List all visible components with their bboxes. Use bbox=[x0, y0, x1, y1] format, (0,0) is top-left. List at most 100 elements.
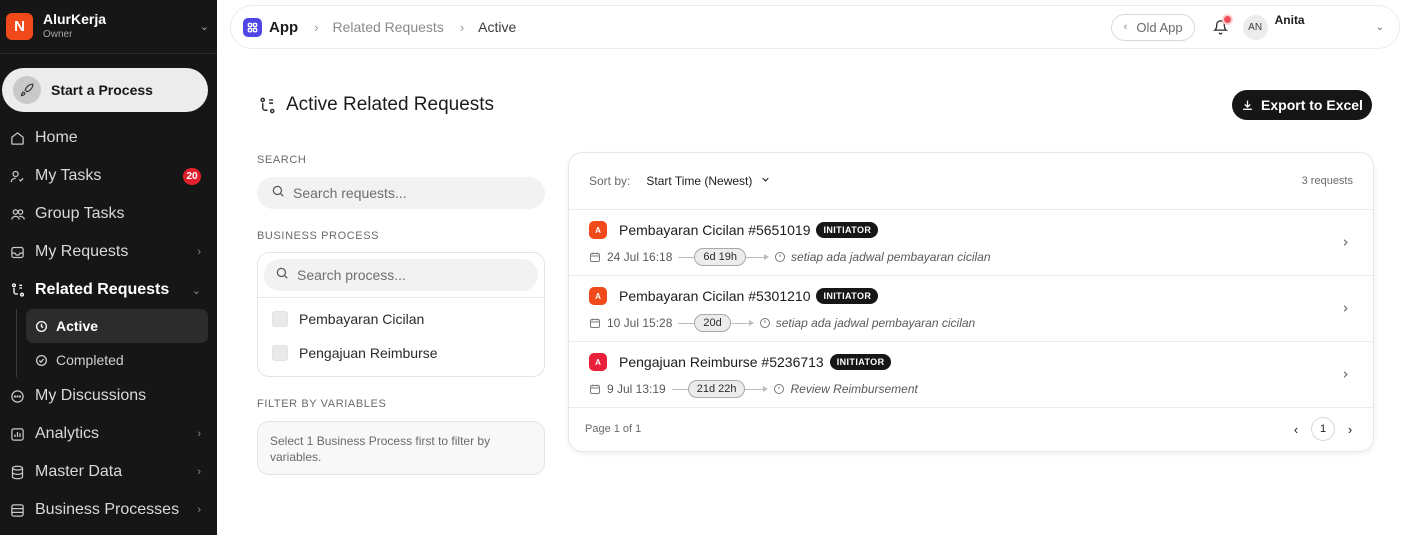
page-title: Active Related Requests bbox=[286, 94, 495, 115]
breadcrumb-related-requests[interactable]: Related Requests bbox=[333, 19, 444, 35]
arrow-right-icon bbox=[730, 320, 754, 326]
nav-my-discussions[interactable]: My Discussions bbox=[0, 377, 217, 415]
process-checkbox[interactable] bbox=[272, 345, 288, 361]
nav-analytics[interactable]: Analytics › bbox=[0, 415, 217, 453]
current-step: setiap ada jadwal pembayaran cicilan bbox=[775, 316, 976, 330]
server-icon bbox=[9, 502, 26, 519]
filter-variables-section-label: FILTER BY VARIABLES bbox=[257, 398, 387, 410]
chevron-right-icon bbox=[1340, 301, 1351, 317]
download-icon bbox=[1241, 99, 1254, 112]
nav-my-discussions-label: My Discussions bbox=[35, 387, 147, 404]
nav-home-label: Home bbox=[35, 129, 78, 146]
current-step: setiap ada jadwal pembayaran cicilan bbox=[791, 250, 991, 264]
app-grid-icon bbox=[243, 17, 262, 37]
old-app-button[interactable]: ‹ Old App bbox=[1110, 13, 1195, 41]
start-process-button[interactable]: Start a Process bbox=[2, 68, 208, 112]
role-badge: INITIATOR bbox=[816, 288, 879, 304]
chat-icon bbox=[9, 388, 26, 405]
org-switcher[interactable]: N AlurKerja Owner ⌄ bbox=[0, 0, 217, 54]
sort-label: Sort by: bbox=[589, 174, 631, 188]
start-date: 24 Jul 16:18 bbox=[607, 250, 673, 264]
role-badge: INITIATOR bbox=[829, 354, 892, 370]
request-title: Pengajuan Reimburse #5236713 bbox=[619, 354, 824, 370]
request-title: Pembayaran Cicilan #5651019 bbox=[619, 222, 811, 238]
nav-business-processes[interactable]: Business Processes › bbox=[0, 491, 217, 529]
clock-icon bbox=[34, 319, 48, 333]
top-bar: App › Related Requests › Active ‹ Old Ap… bbox=[230, 5, 1400, 49]
nav-related-requests-label: Related Requests bbox=[35, 281, 170, 298]
chevron-down-icon bbox=[760, 174, 771, 188]
list-header: Sort by: Start Time (Newest) 3 requests bbox=[569, 153, 1373, 210]
request-row[interactable]: A Pembayaran Cicilan #5301210 INITIATOR … bbox=[569, 276, 1373, 342]
process-option[interactable]: Pengajuan Reimburse bbox=[258, 336, 544, 370]
search-requests-input[interactable] bbox=[293, 185, 513, 201]
request-row[interactable]: A Pengajuan Reimburse #5236713 INITIATOR… bbox=[569, 342, 1373, 408]
business-process-section-label: BUSINESS PROCESS bbox=[257, 230, 380, 242]
check-circle-icon bbox=[34, 353, 48, 367]
process-option-label: Pembayaran Cicilan bbox=[299, 311, 425, 327]
sort-value: Start Time (Newest) bbox=[646, 174, 753, 188]
search-process-box bbox=[264, 259, 538, 291]
calendar-icon bbox=[589, 317, 601, 329]
nav-my-requests[interactable]: My Requests › bbox=[0, 233, 217, 271]
current-step: Review Reimbursement bbox=[790, 382, 918, 396]
request-title: Pembayaran Cicilan #5301210 bbox=[619, 288, 811, 304]
chevron-right-icon bbox=[1340, 235, 1351, 251]
timeline-connector bbox=[678, 256, 695, 258]
page-number-button[interactable]: 1 bbox=[1311, 417, 1335, 441]
page-header: Active Related Requests bbox=[258, 94, 494, 116]
chevron-down-icon: ⌄ bbox=[191, 284, 201, 297]
process-checkbox[interactable] bbox=[272, 311, 288, 327]
calendar-icon bbox=[589, 251, 601, 263]
request-row[interactable]: A Pembayaran Cicilan #5651019 INITIATOR … bbox=[569, 210, 1373, 276]
rocket-icon bbox=[13, 76, 41, 104]
search-process-input[interactable] bbox=[297, 267, 517, 283]
nav-analytics-label: Analytics bbox=[35, 425, 100, 442]
subnav-completed-label: Completed bbox=[56, 352, 124, 368]
inbox-icon bbox=[9, 244, 26, 261]
chevron-right-icon: › bbox=[197, 504, 201, 516]
user-check-icon bbox=[9, 168, 26, 185]
nav-related-requests[interactable]: Related Requests ⌄ bbox=[0, 271, 217, 309]
org-logo: N bbox=[6, 13, 33, 40]
nav-master-data[interactable]: Master Data › bbox=[0, 453, 217, 491]
sort-dropdown[interactable]: Start Time (Newest) bbox=[646, 174, 771, 188]
prev-page-icon[interactable]: ‹ bbox=[1289, 422, 1303, 437]
notification-dot bbox=[1223, 16, 1231, 23]
calendar-icon bbox=[589, 383, 601, 395]
related-requests-icon bbox=[258, 96, 277, 115]
initiator-avatar: A bbox=[589, 221, 607, 239]
subnav-completed[interactable]: Completed bbox=[26, 343, 208, 377]
database-icon bbox=[9, 464, 26, 481]
user-name[interactable]: Anita bbox=[1275, 13, 1375, 27]
export-excel-button[interactable]: Export to Excel bbox=[1232, 90, 1372, 120]
notification-bell-icon[interactable] bbox=[1212, 16, 1231, 36]
nav-my-tasks[interactable]: My Tasks 20 bbox=[0, 157, 217, 195]
search-icon bbox=[275, 266, 289, 285]
related-requests-icon bbox=[9, 282, 26, 299]
page-info: Page 1 of 1 bbox=[585, 423, 642, 435]
next-page-icon[interactable]: › bbox=[1343, 422, 1357, 437]
start-date: 9 Jul 13:19 bbox=[607, 382, 666, 396]
old-app-label: Old App bbox=[1136, 19, 1183, 35]
nav-my-requests-label: My Requests bbox=[35, 243, 129, 260]
duration-pill: 21d 22h bbox=[687, 380, 746, 398]
chevron-down-icon[interactable]: ⌄ bbox=[1376, 22, 1384, 33]
breadcrumb-app[interactable]: App bbox=[269, 19, 298, 36]
chevron-right-icon: › bbox=[197, 246, 201, 258]
nav-group-tasks[interactable]: Group Tasks bbox=[0, 195, 217, 233]
initiator-avatar: A bbox=[589, 287, 607, 305]
breadcrumb-separator-icon: › bbox=[314, 19, 319, 35]
nav-master-data-label: Master Data bbox=[35, 463, 123, 480]
start-date: 10 Jul 15:28 bbox=[607, 316, 673, 330]
user-avatar[interactable]: AN bbox=[1242, 14, 1268, 40]
nav-home[interactable]: Home bbox=[0, 119, 217, 157]
org-name: AlurKerja bbox=[43, 11, 107, 27]
clock-icon bbox=[773, 383, 785, 395]
nav-group-tasks-label: Group Tasks bbox=[35, 205, 125, 222]
business-process-filter: Pembayaran Cicilan Pengajuan Reimburse bbox=[257, 252, 545, 377]
subnav-active[interactable]: Active bbox=[26, 309, 208, 343]
process-option-label: Pengajuan Reimburse bbox=[299, 345, 438, 361]
process-option[interactable]: Pembayaran Cicilan bbox=[258, 302, 544, 336]
search-requests-box bbox=[257, 177, 545, 209]
